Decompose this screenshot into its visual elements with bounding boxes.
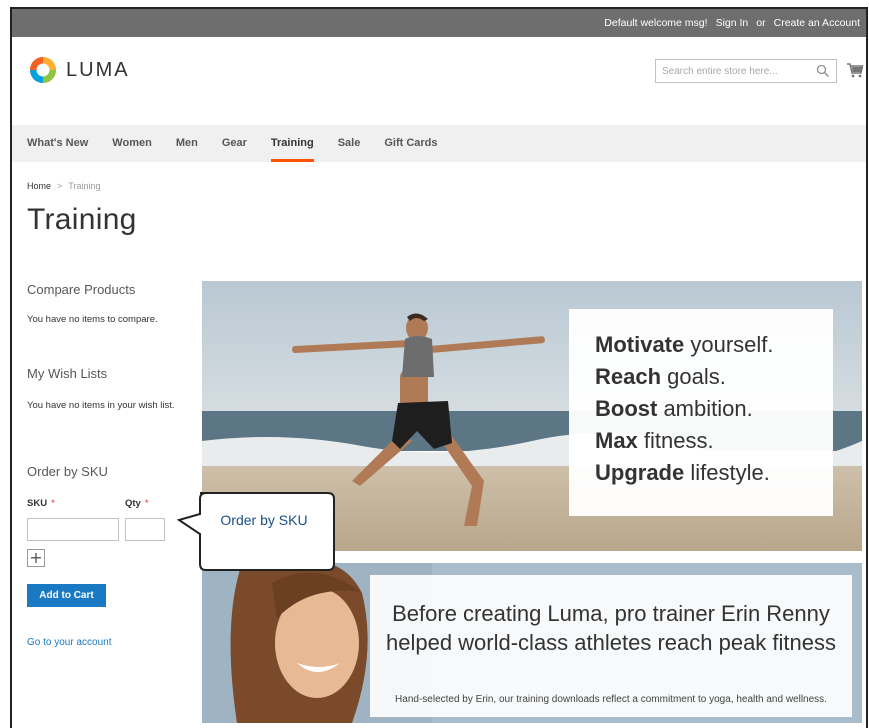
hero-line: Upgrade lifestyle. bbox=[595, 457, 833, 489]
top-links: Default welcome msg! Sign In or Create a… bbox=[604, 9, 860, 37]
qty-label-text: Qty bbox=[125, 498, 141, 509]
nav-item-gear[interactable]: Gear bbox=[222, 125, 247, 162]
trainer-text-box: Before creating Luma, pro trainer Erin R… bbox=[370, 575, 852, 717]
hero-line-rest: goals. bbox=[661, 364, 726, 389]
nav-item-women[interactable]: Women bbox=[112, 125, 152, 162]
trainer-banner-subtitle: Hand-selected by Erin, our training down… bbox=[395, 694, 827, 705]
hero-line-rest: ambition. bbox=[657, 396, 753, 421]
qty-input[interactable] bbox=[125, 518, 165, 541]
page-title: Training bbox=[27, 203, 137, 236]
luma-logo-icon bbox=[30, 57, 56, 83]
sign-in-link[interactable]: Sign In bbox=[716, 17, 749, 29]
hero-line-bold: Max bbox=[595, 428, 638, 453]
breadcrumb: Home > Training bbox=[27, 181, 100, 191]
cart-icon[interactable] bbox=[846, 61, 864, 79]
add-row-button[interactable]: + bbox=[27, 549, 45, 567]
go-to-account-link[interactable]: Go to your account bbox=[27, 637, 112, 648]
hero-line: Reach goals. bbox=[595, 361, 833, 393]
top-panel: Default welcome msg! Sign In or Create a… bbox=[12, 9, 866, 37]
qty-label: Qty * bbox=[125, 498, 149, 509]
logo-text: LUMA bbox=[66, 58, 130, 81]
sku-label-text: SKU bbox=[27, 498, 48, 509]
hero-line-rest: yourself. bbox=[684, 332, 774, 357]
hero-line-bold: Boost bbox=[595, 396, 658, 421]
sku-form: SKU * Qty * + Add to Cart Go to your accou… bbox=[27, 282, 187, 682]
or-text: or bbox=[756, 17, 766, 29]
search-box bbox=[655, 59, 837, 83]
hero-line-rest: lifestyle. bbox=[684, 460, 770, 485]
required-mark: * bbox=[51, 498, 55, 509]
sku-label: SKU * bbox=[27, 498, 55, 509]
hero-text-box: Motivate yourself. Reach goals. Boost am… bbox=[569, 309, 833, 516]
trainer-banner[interactable]: Before creating Luma, pro trainer Erin R… bbox=[202, 563, 862, 723]
hero-line-bold: Upgrade bbox=[595, 460, 685, 485]
callout-text: Order by SKU bbox=[220, 512, 308, 528]
callout-bubble bbox=[176, 492, 335, 571]
nav-item-whats-new[interactable]: What's New bbox=[27, 125, 88, 162]
hero-line-rest: fitness. bbox=[637, 428, 714, 453]
required-mark: * bbox=[144, 498, 149, 509]
welcome-message: Default welcome msg! bbox=[604, 17, 708, 29]
breadcrumb-current: Training bbox=[68, 181, 101, 191]
hero-line-bold: Reach bbox=[595, 364, 662, 389]
nav-item-gift-cards[interactable]: Gift Cards bbox=[384, 125, 437, 162]
breadcrumb-home[interactable]: Home bbox=[27, 181, 51, 191]
nav-item-training[interactable]: Training bbox=[270, 125, 314, 162]
search-input[interactable] bbox=[656, 60, 806, 82]
hero-line-bold: Motivate bbox=[595, 332, 685, 357]
hero-line: Max fitness. bbox=[595, 425, 833, 457]
nav-item-sale[interactable]: Sale bbox=[338, 125, 361, 162]
frame-border-right bbox=[866, 8, 868, 728]
nav-item-men[interactable]: Men bbox=[176, 125, 198, 162]
page-header: LUMA bbox=[12, 37, 866, 125]
logo[interactable]: LUMA bbox=[28, 55, 130, 85]
add-to-cart-button[interactable]: Add to Cart bbox=[27, 584, 106, 607]
hero-line: Boost ambition. bbox=[595, 393, 833, 425]
sku-input[interactable] bbox=[27, 518, 119, 541]
hero-line: Motivate yourself. bbox=[595, 329, 833, 361]
order-by-sku-callout: Order by SKU bbox=[176, 490, 336, 572]
create-account-link[interactable]: Create an Account bbox=[774, 17, 860, 29]
breadcrumb-separator: > bbox=[57, 181, 63, 191]
trainer-banner-title: Before creating Luma, pro trainer Erin R… bbox=[385, 601, 837, 655]
main-navigation: What's New Women Men Gear Training Sale … bbox=[12, 125, 866, 162]
search-icon[interactable] bbox=[816, 64, 830, 78]
